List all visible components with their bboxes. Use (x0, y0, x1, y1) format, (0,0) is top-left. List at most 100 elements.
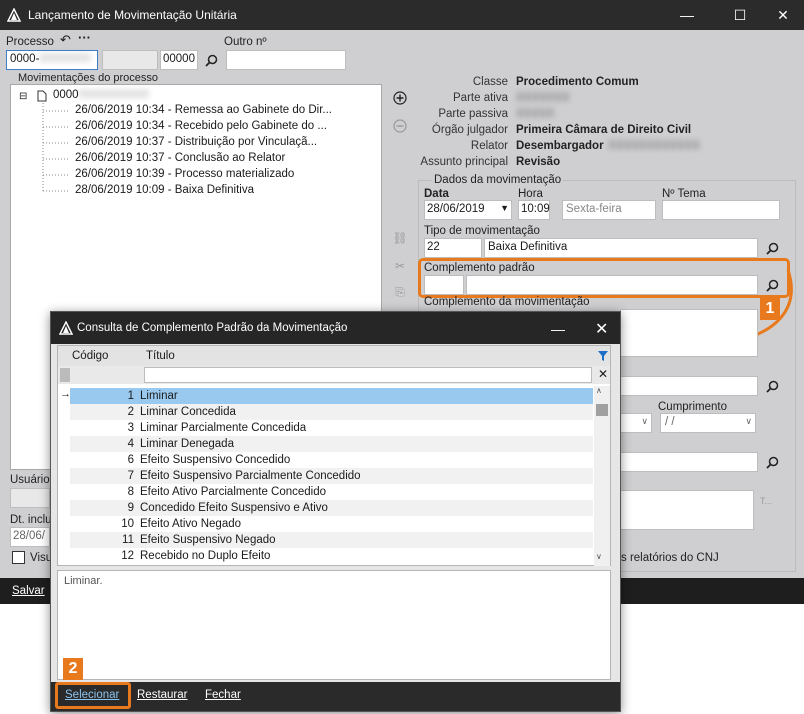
outro-label: Outro nº (224, 36, 267, 48)
row-titulo: Efeito Ativo Parcialmente Concedido (140, 486, 327, 498)
row-codigo: 2 (127, 406, 134, 418)
assunto-value: Revisão (516, 156, 561, 168)
tree-root-hidden: 00000000000 (78, 89, 149, 101)
cumprimento-label: Cumprimento (658, 401, 728, 413)
processo-hidden-field[interactable] (102, 50, 158, 70)
table-row[interactable]: 6 Efeito Suspensivo Concedido (70, 452, 593, 468)
complemento-mov-label: Complemento da movimentação (424, 296, 590, 308)
dt-field: 28/06/ (10, 527, 50, 547)
chevron-down-icon: ∨ (641, 416, 648, 426)
col-codigo[interactable]: Código (72, 350, 108, 362)
link-icon[interactable]: ⛓ (392, 230, 408, 246)
more-icon[interactable]: ··· (78, 30, 91, 45)
tree-item[interactable]: 26/06/2019 10:34 - Remessa ao Gabinete d… (75, 104, 332, 120)
parte-ativa-label: Parte ativa (453, 92, 508, 104)
processo-label: Processo (6, 36, 54, 48)
tipo-code-field[interactable]: 22 (424, 238, 482, 258)
table-row[interactable]: 2 Liminar Concedida (70, 404, 593, 420)
data-value: 28/06/2019 (427, 203, 485, 215)
row-titulo: Concedido Efeito Suspensivo e Ativo (140, 502, 328, 514)
right-textarea[interactable] (620, 490, 754, 530)
complemento-mov-field[interactable] (620, 309, 758, 357)
processo-number-field[interactable]: 0000-00000000 (6, 50, 98, 70)
dados-group-label: Dados da movimentação (432, 174, 564, 186)
weekday-field: Sexta-feira (562, 200, 656, 220)
ellipsis-icon[interactable]: T... (760, 496, 772, 506)
tree-item[interactable]: 26/06/2019 10:37 - Distribuição por Vinc… (75, 136, 317, 152)
parte-passiva-hidden: XXXXX (516, 108, 555, 120)
relator-value: Desembargador (516, 140, 604, 152)
outro-field[interactable] (226, 50, 346, 70)
table-row[interactable]: 11 Efeito Suspensivo Negado (70, 532, 593, 548)
salvar-button[interactable]: Salvar (12, 585, 45, 597)
row-codigo: 4 (127, 438, 134, 450)
table-row[interactable]: 3 Liminar Parcialmente Concedida (70, 420, 593, 436)
data-field[interactable]: 28/06/2019 ▼ (424, 200, 512, 220)
minimize-button[interactable]: — (664, 0, 710, 30)
row-titulo: Efeito Ativo Negado (140, 518, 242, 530)
undo-icon[interactable]: ↶ (60, 32, 71, 48)
table-row[interactable]: 7 Efeito Suspensivo Parcialmente Concedid… (70, 468, 593, 484)
dropdown-icon[interactable]: ▼ (500, 203, 509, 213)
orgao-label: Órgão julgador (431, 124, 508, 136)
row-titulo: Liminar Concedida (140, 406, 236, 418)
right-field-a[interactable] (620, 376, 758, 396)
table-row[interactable]: 9 Concedido Efeito Suspensivo e Ativo (70, 500, 593, 516)
dialog-bottombar: Selecionar Restaurar Fechar (51, 682, 620, 711)
hora-field[interactable]: 10:09 (518, 200, 550, 220)
right-field-b[interactable] (620, 452, 758, 472)
maximize-button[interactable]: ☐ (717, 0, 763, 30)
tree-root[interactable]: 000000000000000 (53, 89, 149, 101)
titulo-filter-input[interactable] (144, 367, 592, 383)
row-titulo: Efeito Suspensivo Concedido (140, 454, 291, 466)
table-row[interactable]: 12 Recebido no Duplo Efeito (70, 548, 593, 564)
dialog-minimize-button[interactable]: — (551, 321, 565, 337)
tree-item[interactable]: 26/06/2019 10:34 - Recebido pelo Gabinet… (75, 120, 327, 136)
clear-filter-icon[interactable]: ✕ (598, 367, 608, 381)
relator-hidden: XXXXXXXXXXXX (608, 140, 701, 152)
col-titulo[interactable]: Título (146, 350, 175, 362)
chevron-down-icon: ∨ (745, 416, 752, 426)
tipo-value-field[interactable]: Baixa Definitiva (484, 238, 758, 258)
table-row[interactable]: 10 Efeito Ativo Negado (70, 516, 593, 532)
search-icon[interactable] (202, 51, 220, 69)
close-button[interactable]: ✕ (760, 0, 804, 30)
search-icon[interactable] (764, 378, 780, 394)
restaurar-button[interactable]: Restaurar (137, 689, 188, 701)
collapse-icon[interactable]: ⊟ (19, 91, 27, 102)
unlink-icon[interactable]: ✂ (392, 258, 408, 274)
search-icon[interactable] (764, 240, 780, 256)
scroll-down-icon[interactable]: ∨ (596, 552, 602, 561)
row-titulo: Efeito Suspensivo Parcialmente Concedido (140, 470, 361, 482)
filter-icon[interactable] (596, 349, 610, 363)
table-row[interactable]: 8 Efeito Ativo Parcialmente Concedido (70, 484, 593, 500)
dialog-close-button[interactable]: ✕ (595, 319, 608, 339)
visu-label: Visu (30, 552, 53, 564)
cumprimento-field[interactable]: / / ∨ (660, 413, 756, 433)
tema-field[interactable] (662, 200, 780, 220)
tree-root-text: 0000 (53, 89, 79, 101)
grid-filter-row: ✕ (58, 366, 610, 384)
search-icon[interactable] (764, 454, 780, 470)
tree-item[interactable]: 28/06/2019 10:09 - Baixa Definitiva (75, 184, 254, 200)
fechar-button[interactable]: Fechar (205, 689, 241, 701)
visu-checkbox[interactable] (12, 551, 25, 564)
tree-item[interactable]: 26/06/2019 10:39 - Processo materializad… (75, 168, 294, 184)
table-row[interactable]: 1 Liminar (70, 388, 593, 404)
scroll-thumb[interactable] (596, 404, 608, 416)
usuario-label: Usuário (10, 474, 50, 486)
tree-group-label: Movimentações do processo (18, 72, 159, 84)
table-row[interactable]: 4 Liminar Denegada (70, 436, 593, 452)
grid-scrollbar[interactable]: ∧ ∨ (594, 386, 610, 566)
preview-area[interactable]: Liminar. (57, 570, 611, 680)
relator-label: Relator (470, 140, 508, 152)
date-select[interactable]: ∨ (620, 413, 652, 433)
cnj-text: s relatórios do CNJ (621, 552, 719, 564)
data-label: Data (424, 188, 449, 200)
tree-item[interactable]: 26/06/2019 10:37 - Conclusão ao Relator (75, 152, 285, 168)
stamp-icon[interactable]: ⎘ (392, 284, 408, 300)
consulta-dialog: Consulta de Complemento Padrão da Movime… (50, 311, 621, 712)
processo-end-field[interactable]: 00000 (160, 50, 198, 70)
scroll-up-icon[interactable]: ∧ (596, 386, 602, 395)
row-codigo: 6 (127, 454, 134, 466)
